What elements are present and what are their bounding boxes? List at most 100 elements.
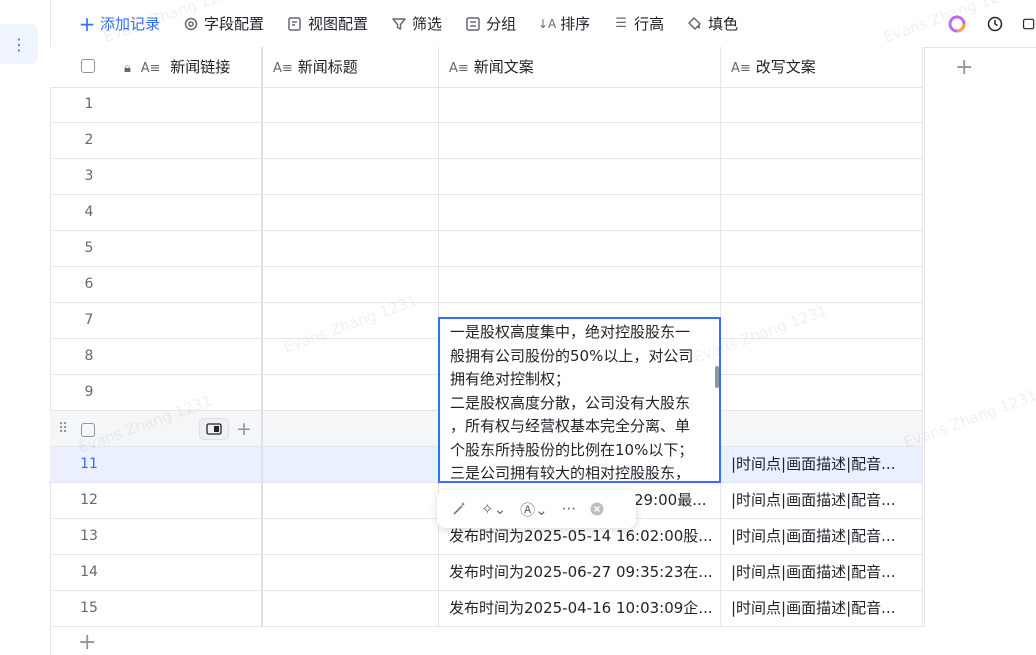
cell-title[interactable] — [263, 123, 439, 158]
cell-rewrite[interactable]: |时间点|画面描述|配音... — [721, 519, 923, 554]
cell-content[interactable] — [439, 195, 721, 230]
ai-assistant-icon[interactable] — [946, 13, 968, 35]
cell-title[interactable] — [263, 519, 439, 554]
cell-title[interactable] — [263, 555, 439, 590]
cell-content[interactable]: 发布时间为2025-06-27 09:35:23在... — [439, 555, 721, 590]
cell-rewrite[interactable] — [721, 231, 923, 266]
insert-row-plus-icon[interactable]: + — [236, 418, 252, 440]
cell-rewrite[interactable]: |时间点|画面描述|配音... — [721, 447, 923, 482]
add-column-button[interactable]: + — [955, 55, 973, 80]
row-height-icon: ☰ — [615, 16, 627, 31]
cell-link[interactable] — [50, 411, 263, 446]
view-config-button[interactable]: 视图配置 — [286, 13, 368, 34]
filter-button[interactable]: 筛选 — [390, 13, 442, 34]
cell-link[interactable]: 2 — [50, 123, 263, 158]
cell-title[interactable] — [263, 87, 439, 122]
more-options-icon[interactable]: ··· — [562, 500, 576, 518]
cell-title[interactable] — [263, 483, 439, 518]
add-record-button[interactable]: + 添加记录 — [78, 12, 160, 36]
header-cell-rewrite[interactable]: A≡ 改写文案 — [721, 47, 923, 87]
row-height-button[interactable]: ☰ 行高 — [612, 13, 664, 34]
cell-content[interactable] — [439, 231, 721, 266]
drag-handle-icon[interactable]: ⠿ — [58, 421, 68, 437]
select-all-checkbox[interactable] — [81, 59, 95, 73]
table-row[interactable]: 4 — [50, 195, 923, 231]
cell-rewrite[interactable] — [721, 159, 923, 194]
cell-content[interactable] — [439, 267, 721, 302]
header-cell-link[interactable]: 🔒︎ A≡ 新闻链接 — [50, 47, 263, 87]
cell-title[interactable] — [263, 411, 439, 446]
fill-color-button[interactable]: 填色 — [686, 13, 738, 34]
editor-line: 般拥有公司股份的50%以上，对公司 — [450, 346, 694, 365]
cell-rewrite[interactable]: |时间点|画面描述|配音... — [721, 483, 923, 518]
history-icon[interactable] — [984, 13, 1006, 35]
cell-title[interactable] — [263, 447, 439, 482]
cell-link[interactable]: 11 — [50, 447, 263, 482]
header-cell-content[interactable]: A≡ 新闻文案 — [439, 47, 721, 87]
cell-rewrite[interactable] — [721, 411, 923, 446]
table-row[interactable]: 2 — [50, 123, 923, 159]
add-row-button[interactable]: + — [78, 630, 96, 655]
row-number: 15 — [80, 600, 98, 616]
cell-content-text: 发布时间为2025-06-27 09:35:23在... — [449, 563, 713, 581]
cell-title[interactable] — [263, 303, 439, 338]
table-row[interactable]: 5 — [50, 231, 923, 267]
sparkle-dropdown-icon[interactable]: ✧⌄ — [481, 500, 506, 518]
cell-link[interactable]: 15 — [50, 591, 263, 626]
cell-link[interactable]: 5 — [50, 231, 263, 266]
table-row[interactable]: 1 — [50, 87, 923, 123]
cell-title[interactable] — [263, 591, 439, 626]
cell-rewrite[interactable]: |时间点|画面描述|配音... — [721, 591, 923, 626]
fill-color-label: 填色 — [708, 15, 739, 33]
cell-text-editor[interactable]: 一是股权高度集中，绝对控股股东一 般拥有公司股份的50%以上，对公司 拥有绝对控制权… — [438, 317, 721, 483]
cell-rewrite[interactable] — [721, 87, 923, 122]
sort-button[interactable]: ↓A 排序 — [538, 13, 590, 34]
table-row[interactable]: 3 — [50, 159, 923, 195]
magic-wand-icon[interactable] — [451, 501, 467, 517]
cell-rewrite[interactable] — [721, 375, 923, 410]
cell-link[interactable]: 1 — [50, 87, 263, 122]
cell-title[interactable] — [263, 339, 439, 374]
cell-title[interactable] — [263, 231, 439, 266]
cell-link[interactable]: 13 — [50, 519, 263, 554]
share-icon[interactable] — [1022, 13, 1036, 35]
cell-link[interactable]: 7 — [50, 303, 263, 338]
close-icon[interactable] — [590, 502, 604, 516]
cell-rewrite[interactable]: |时间点|画面描述|配音... — [721, 555, 923, 590]
group-icon — [464, 15, 482, 33]
column-title: 改写文案 — [755, 58, 816, 76]
cell-rewrite[interactable] — [721, 195, 923, 230]
cell-link[interactable]: 3 — [50, 159, 263, 194]
header-cell-title[interactable]: A≡ 新闻标题 — [263, 47, 439, 87]
cell-title[interactable] — [263, 375, 439, 410]
cell-link[interactable]: 4 — [50, 195, 263, 230]
cell-content[interactable] — [439, 159, 721, 194]
more-menu-icon[interactable]: ⋮ — [0, 24, 38, 64]
cell-content[interactable] — [439, 87, 721, 122]
table-row[interactable]: 15 发布时间为2025-04-16 10:03:09企... |时间点|画面描述|… — [50, 591, 923, 627]
editor-scrollbar[interactable] — [715, 366, 719, 388]
group-button[interactable]: 分组 — [464, 13, 516, 34]
cell-link[interactable]: 6 — [50, 267, 263, 302]
cell-link[interactable]: 12 — [50, 483, 263, 518]
cell-content[interactable]: 发布时间为2025-04-16 10:03:09企... — [439, 591, 721, 626]
cell-link[interactable]: 9 — [50, 375, 263, 410]
expand-record-button[interactable] — [199, 418, 229, 440]
table-row[interactable]: 6 — [50, 267, 923, 303]
field-config-button[interactable]: 字段配置 — [182, 13, 264, 34]
cell-rewrite[interactable] — [721, 339, 923, 374]
cell-rewrite[interactable] — [721, 123, 923, 158]
cell-title[interactable] — [263, 195, 439, 230]
cell-rewrite[interactable] — [721, 303, 923, 338]
editor-line: 三是公司拥有较大的相对控股股东， — [450, 464, 691, 482]
cell-link[interactable]: 8 — [50, 339, 263, 374]
cell-rewrite[interactable] — [721, 267, 923, 302]
table-row[interactable]: 14 发布时间为2025-06-27 09:35:23在... |时间点|画面描述|… — [50, 555, 923, 591]
text-style-dropdown-icon[interactable]: Ⓐ⌄ — [520, 499, 548, 520]
cell-title[interactable] — [263, 159, 439, 194]
cell-content-text: 发布时间为2025-04-16 10:03:09企... — [449, 599, 713, 617]
cell-title[interactable] — [263, 267, 439, 302]
cell-content[interactable] — [439, 123, 721, 158]
cell-link[interactable]: 14 — [50, 555, 263, 590]
row-checkbox[interactable] — [81, 423, 95, 437]
